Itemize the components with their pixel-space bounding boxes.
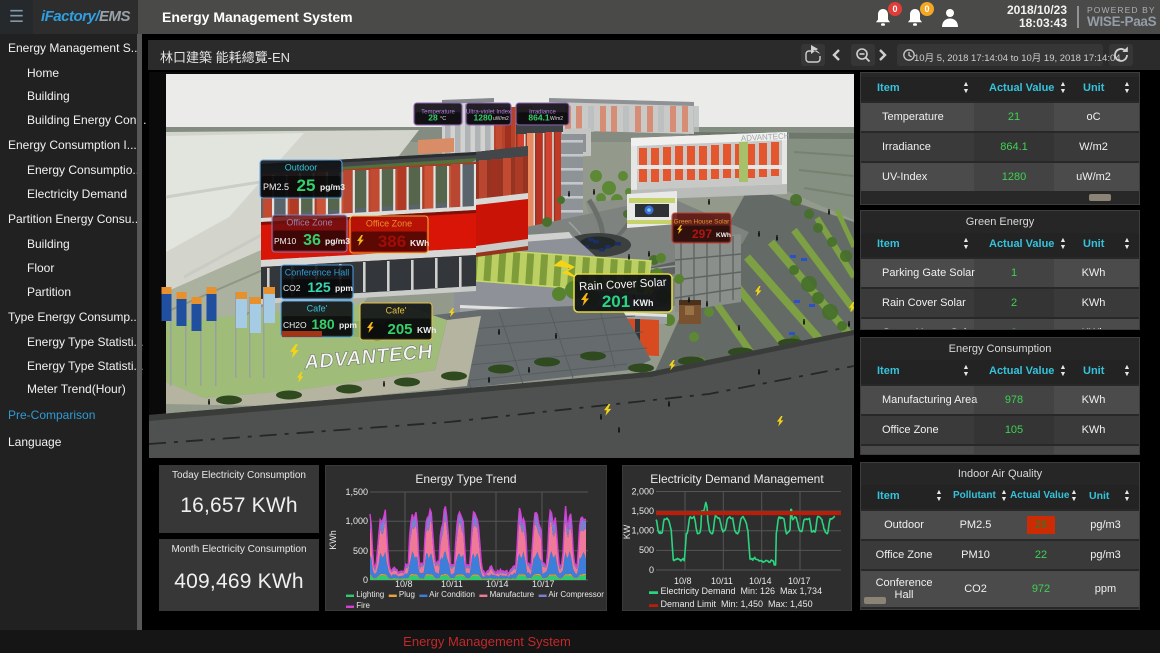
- svg-text:1,500: 1,500: [631, 506, 654, 516]
- svg-text:KWh: KWh: [633, 298, 654, 308]
- svg-text:W/m2: W/m2: [550, 116, 563, 122]
- svg-text:500: 500: [353, 546, 368, 556]
- svg-text:864.1: 864.1: [528, 113, 550, 123]
- svg-text:Temperature: Temperature: [421, 110, 455, 116]
- svg-text:pg/m3: pg/m3: [325, 236, 350, 246]
- svg-text:CO2: CO2: [283, 283, 301, 293]
- svg-text:28: 28: [428, 113, 438, 123]
- svg-text:500: 500: [639, 545, 654, 555]
- svg-text:Office Zone: Office Zone: [286, 218, 332, 228]
- svg-text:KW: KW: [623, 524, 632, 539]
- svg-text:Cafe': Cafe': [307, 304, 328, 314]
- svg-text:ppm: ppm: [339, 320, 357, 330]
- svg-text:Cafe': Cafe': [386, 306, 407, 316]
- svg-text:1280: 1280: [474, 113, 493, 123]
- svg-text:KWh: KWh: [716, 232, 731, 239]
- svg-text:uW/m2: uW/m2: [493, 116, 509, 122]
- svg-text:386: 386: [378, 232, 406, 251]
- svg-text:297: 297: [692, 227, 712, 241]
- svg-text:2,000: 2,000: [631, 487, 654, 497]
- svg-text:201: 201: [602, 292, 630, 311]
- svg-text:125: 125: [307, 279, 331, 295]
- svg-text:PM10: PM10: [274, 236, 296, 246]
- svg-text:1,000: 1,000: [345, 516, 368, 526]
- svg-text:Green House Solar: Green House Solar: [674, 219, 730, 226]
- svg-text:CH2O: CH2O: [283, 320, 307, 330]
- svg-text:180: 180: [311, 316, 335, 332]
- svg-text:ppm: ppm: [335, 283, 353, 293]
- svg-text:KWh: KWh: [328, 530, 338, 550]
- svg-text:Conference Hall: Conference Hall: [285, 268, 350, 278]
- svg-text:36: 36: [303, 232, 321, 249]
- svg-text:0: 0: [649, 565, 654, 575]
- svg-text:KWh: KWh: [417, 325, 436, 335]
- svg-text:205: 205: [387, 321, 412, 338]
- svg-text:°C: °C: [440, 116, 446, 122]
- svg-text:pg/m3: pg/m3: [320, 182, 345, 192]
- svg-text:PM2.5: PM2.5: [263, 182, 289, 192]
- svg-text:1,500: 1,500: [345, 487, 368, 497]
- svg-text:1,000: 1,000: [631, 526, 654, 536]
- svg-text:Outdoor: Outdoor: [285, 163, 318, 173]
- svg-text:KWh: KWh: [410, 238, 429, 248]
- svg-text:25: 25: [297, 176, 316, 195]
- svg-text:Office Zone: Office Zone: [366, 219, 412, 229]
- svg-text:0: 0: [363, 575, 368, 584]
